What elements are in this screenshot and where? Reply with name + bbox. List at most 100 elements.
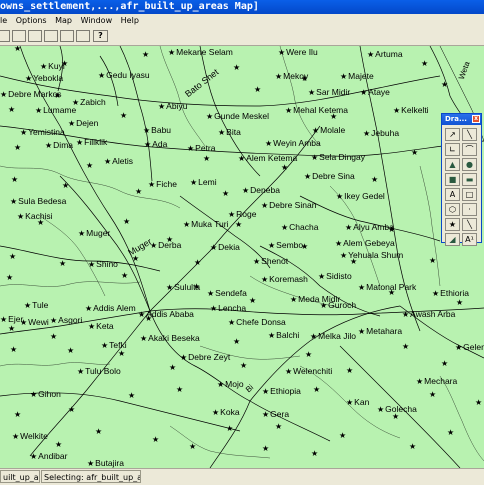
place-name: Bita xyxy=(226,127,241,137)
polygon-tool-icon[interactable]: ▲ xyxy=(445,158,460,171)
arc-tool-icon[interactable]: ⌒ xyxy=(462,143,477,156)
menu-help[interactable]: Help xyxy=(121,16,139,25)
settlement-star-icon: ★ xyxy=(86,161,93,170)
place-name: Sula Bedesa xyxy=(18,196,67,206)
line-tool-icon[interactable]: ╲ xyxy=(462,128,477,141)
settlement-star-icon: ★ xyxy=(128,391,135,400)
settlement-star-icon: ★ xyxy=(176,385,183,394)
settlement-star-icon: ★ xyxy=(183,220,191,229)
toolbar-button-graph-icon[interactable] xyxy=(60,30,74,42)
menu-map[interactable]: Map xyxy=(55,16,72,25)
settlement-star-icon: ★ xyxy=(143,126,151,135)
menu-window[interactable]: Window xyxy=(81,16,113,25)
place-label: ★Abiyu xyxy=(158,102,187,112)
place-label: ★Yemistina xyxy=(20,128,65,138)
settlement-star-icon: ★ xyxy=(253,257,261,266)
toolbar-button-map-window-icon[interactable] xyxy=(44,30,58,42)
settlement-star-icon: ★ xyxy=(265,139,273,148)
place-label: ★Alem Ketema xyxy=(238,154,297,164)
select-arrow-icon[interactable]: ↗ xyxy=(445,128,460,141)
line-style-icon[interactable]: ╲ xyxy=(462,218,477,231)
menubar: le Options Map Window Help xyxy=(0,14,484,29)
place-label: ★Chefe Donsa xyxy=(228,318,286,328)
settlement-star-icon: ★ xyxy=(150,241,158,250)
settlement-star-icon: ★ xyxy=(169,363,176,372)
settlement-star-icon: ★ xyxy=(120,111,127,120)
toolbar-button-open-icon[interactable] xyxy=(0,30,10,42)
settlement-star-icon: ★ xyxy=(336,192,344,201)
place-label: ★Kachisi xyxy=(17,212,53,222)
place-label: ★Gunde Meskel xyxy=(206,112,269,122)
settlement-star-icon: ★ xyxy=(261,201,269,210)
place-name: Shenot xyxy=(261,256,289,266)
palette-title: Dra... xyxy=(445,115,467,123)
place-label: ★Mekane Selam xyxy=(168,48,233,58)
place-label: ★Addis Ababa xyxy=(138,310,194,320)
place-label: ★Koremash xyxy=(261,275,308,285)
place-label: ★Kuyi xyxy=(40,62,65,72)
settlement-star-icon: ★ xyxy=(101,341,109,350)
place-name: Guroch xyxy=(328,300,357,310)
drawing-palette[interactable]: Dra... x ↗ ╲ ∟ ⌒ ▲ ● ■ ▬ A □ ⬡ · ★ ╲ ◢ A… xyxy=(441,113,482,246)
place-name: Molale xyxy=(320,125,346,135)
place-label: ★Lemi xyxy=(190,178,217,188)
ellipse-tool-icon[interactable]: ● xyxy=(462,158,477,171)
palette-close-icon[interactable]: x xyxy=(472,115,480,123)
settlement-star-icon: ★ xyxy=(104,157,112,166)
settlement-star-icon: ★ xyxy=(87,459,95,468)
settlement-star-icon: ★ xyxy=(447,428,454,437)
place-name: Sembo xyxy=(276,240,304,250)
settlement-star-icon: ★ xyxy=(411,148,418,157)
settlement-star-icon: ★ xyxy=(429,256,436,265)
reshape-tool-icon[interactable]: ⬡ xyxy=(445,203,460,216)
settlement-star-icon: ★ xyxy=(180,353,188,362)
place-name: Dekia xyxy=(218,242,240,252)
place-label: ★Yebokla xyxy=(25,74,63,84)
settlement-star-icon: ★ xyxy=(311,449,318,458)
menu-file[interactable]: le xyxy=(0,16,7,25)
toolbar-button-layout-window-icon[interactable] xyxy=(76,30,90,42)
map-window[interactable]: ★ ★ ★ ★ ★ ★ ★ ★ ★ ★ ★ ★ ★ ★ ★ ★ ★ ★ ★ ★ ★ ★ ★ ★ ★ ★ ★ ★ ★ ★ ★ ★ ★ ★ ★ ★ ★ ★ ★ ★… xyxy=(0,46,484,468)
rectangle-tool-icon[interactable]: ■ xyxy=(445,173,460,186)
settlement-star-icon: ★ xyxy=(123,217,130,226)
place-name: Kelkelti xyxy=(401,105,429,115)
settlement-star-icon: ★ xyxy=(318,272,326,281)
settlement-star-icon: ★ xyxy=(304,172,312,181)
add-node-tool-icon[interactable]: · xyxy=(462,203,477,216)
place-label: ★Muka Turi xyxy=(183,220,229,230)
rounded-rect-tool-icon[interactable]: ▬ xyxy=(462,173,477,186)
menu-options[interactable]: Options xyxy=(16,16,47,25)
settlement-star-icon: ★ xyxy=(88,260,96,269)
place-name: Addis Alem xyxy=(93,303,136,313)
region-style-icon[interactable]: ◢ xyxy=(445,233,460,246)
frame-tool-icon[interactable]: □ xyxy=(462,188,477,201)
place-name: Dima xyxy=(53,140,74,150)
symbol-style-icon[interactable]: ★ xyxy=(445,218,460,231)
place-label: ★Artuma xyxy=(367,50,403,60)
settlement-star-icon: ★ xyxy=(278,48,286,57)
settlement-star-icon: ★ xyxy=(24,301,32,310)
settlement-star-icon: ★ xyxy=(475,398,482,407)
toolbar-button-browser-icon[interactable] xyxy=(28,30,42,42)
settlement-star-icon: ★ xyxy=(340,72,348,81)
status-selecting-cell: Selecting: afr_built_up_a xyxy=(41,470,141,483)
settlement-star-icon: ★ xyxy=(210,304,218,313)
settlement-star-icon: ★ xyxy=(25,74,33,83)
settlement-star-icon: ★ xyxy=(281,223,289,232)
text-tool-icon[interactable]: A xyxy=(445,188,460,201)
place-name: Ataye xyxy=(368,87,390,97)
place-name: Keta xyxy=(96,321,114,331)
help-pointer-button[interactable]: ? xyxy=(93,30,108,42)
place-label: ★Guroch xyxy=(320,300,357,311)
place-name: Tulu Bolo xyxy=(85,366,121,376)
place-label: ★Dejen xyxy=(68,119,98,129)
palette-titlebar[interactable]: Dra... x xyxy=(442,114,481,125)
place-label: ★Dekia xyxy=(210,242,240,253)
text-style-icon[interactable]: A¹ xyxy=(462,233,477,246)
window-titlebar[interactable]: owns_settlement,...,afr_built_up_areas M… xyxy=(0,0,484,14)
settlement-star-icon: ★ xyxy=(14,410,21,419)
polyline-tool-icon[interactable]: ∟ xyxy=(445,143,460,156)
toolbar-button-layout-icon[interactable] xyxy=(12,30,26,42)
place-name: Sululta xyxy=(174,282,201,292)
place-label: ★Sela Dingay xyxy=(311,153,365,163)
